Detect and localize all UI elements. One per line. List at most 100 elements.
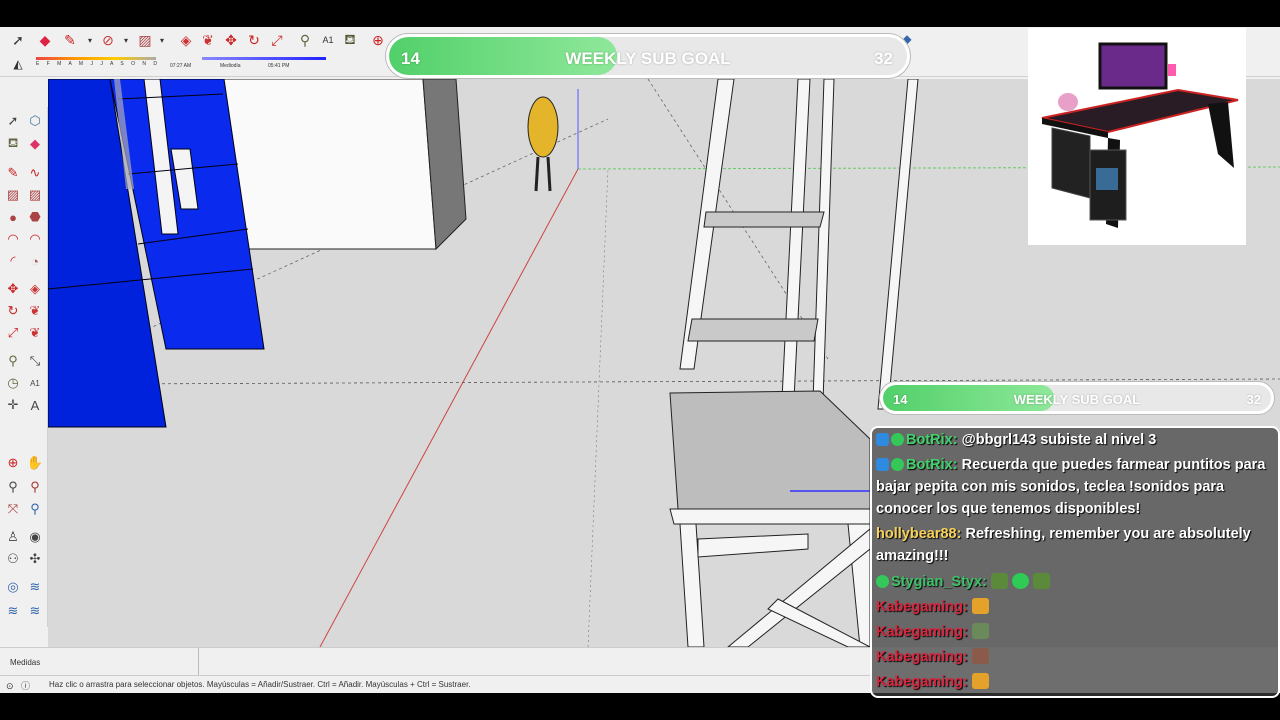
chat-message: Kabegaming: xyxy=(876,646,1272,668)
chat-username: Kabegaming xyxy=(876,599,964,615)
follow-me-icon[interactable]: ❦ xyxy=(25,301,45,321)
dimension-icon[interactable]: ⤡ xyxy=(25,351,45,371)
walk-icon[interactable]: ⚇ xyxy=(3,549,23,569)
3d-text-icon[interactable]: A xyxy=(25,395,45,415)
component-icon[interactable]: ⬡ xyxy=(25,111,45,131)
push-pull-icon[interactable]: ◈ xyxy=(25,279,45,299)
line-icon[interactable]: ✎ xyxy=(3,163,23,183)
push-pull-icon[interactable]: ◈ xyxy=(176,30,196,50)
select-arrow-icon[interactable]: ➚ xyxy=(8,30,28,50)
arc-icon[interactable]: ◠ xyxy=(3,229,23,249)
measurements-label: Medidas xyxy=(10,658,41,667)
chat-username: Kabegaming xyxy=(876,674,964,690)
chat-message: Kabegaming: xyxy=(876,596,1272,618)
eraser-icon[interactable]: ◆ xyxy=(25,134,45,154)
chevron-down-icon[interactable]: ▾ xyxy=(152,30,172,50)
gift-emote-icon xyxy=(971,673,989,689)
sub-goal-title: WEEKLY SUB GOAL xyxy=(565,49,731,68)
sandbox-contours-icon[interactable]: ◎ xyxy=(3,577,23,597)
month-slider[interactable] xyxy=(36,57,156,60)
move-icon[interactable]: ✥ xyxy=(3,279,23,299)
desk-shelf xyxy=(1051,127,1091,199)
sandbox-stamp-icon[interactable]: ≋ xyxy=(25,601,45,621)
paint-icon[interactable]: ⛾ xyxy=(3,134,23,154)
frame-shelf xyxy=(703,211,825,228)
chat-username: Stygian_Styx xyxy=(891,574,983,590)
info-icon[interactable]: ⊙ ⓘ xyxy=(6,679,30,692)
arc-2pt-icon[interactable]: ◠ xyxy=(25,229,45,249)
look-around-icon[interactable]: ◉ xyxy=(25,527,45,547)
sandbox-smoove-icon[interactable]: ≋ xyxy=(3,601,23,621)
orbit-icon[interactable]: ⊕ xyxy=(3,453,23,473)
chevron-down-icon[interactable]: ▾ xyxy=(116,30,136,50)
gaming-desk-product-image xyxy=(1028,28,1246,245)
sunset-time: 05:41 PM xyxy=(268,63,290,69)
emote-icon xyxy=(971,623,989,639)
sub-goal-target: 32 xyxy=(874,49,893,68)
chat-message: Stygian_Styx: xyxy=(876,571,1272,593)
circle-icon[interactable]: ● xyxy=(3,207,23,227)
zoom-extents-icon[interactable]: ⤧ xyxy=(3,499,23,519)
text-tool-icon[interactable]: A1 xyxy=(318,30,338,50)
zoom-window-icon[interactable]: ⚲ xyxy=(25,477,45,497)
tape-measure-icon[interactable]: ⚲ xyxy=(295,30,315,50)
emote-icon xyxy=(1032,573,1050,589)
sub-goal-target: 32 xyxy=(1246,392,1261,407)
sub-goal-bar-chat: 14 WEEKLY SUB GOAL 32 xyxy=(880,382,1274,414)
speaker xyxy=(1058,93,1078,111)
arc-3pt-icon[interactable]: ◜ xyxy=(3,251,23,271)
scale-icon[interactable]: ⤢ xyxy=(267,30,287,50)
freehand-icon[interactable]: ∿ xyxy=(25,163,45,183)
chevron-down-icon[interactable]: ▾ xyxy=(80,30,100,50)
follow-me-icon[interactable]: ❦ xyxy=(198,30,218,50)
sandbox-scratch-icon[interactable]: ≋ xyxy=(25,577,45,597)
chat-separator: : xyxy=(963,649,968,665)
time-slider[interactable] xyxy=(202,57,326,60)
pc-fan xyxy=(1096,168,1118,190)
desk-illustration xyxy=(1041,42,1239,228)
sub-goal-title: WEEKLY SUB GOAL xyxy=(1013,392,1141,407)
status-bar: ⊙ ⓘ Haz clic o arrastra para seleccionar… xyxy=(0,675,870,693)
pan-icon[interactable]: ✋ xyxy=(25,453,45,473)
shadow-settings-bar[interactable]: E F M A M J J A S O N D 07:27 AM Mediodí… xyxy=(32,55,326,73)
rotated-rectangle-icon[interactable]: ▨ xyxy=(25,185,45,205)
paint-bucket-icon[interactable]: ⛾ xyxy=(340,30,360,50)
scale-icon[interactable]: ⤢ xyxy=(3,323,23,343)
rotate-icon[interactable]: ↻ xyxy=(244,30,264,50)
orbit-icon[interactable]: ⊕ xyxy=(368,30,388,50)
emote-icon xyxy=(990,573,1008,589)
zoom-icon[interactable]: ⚲ xyxy=(3,477,23,497)
chat-username: Kabegaming xyxy=(876,624,964,640)
text-icon[interactable]: A1 xyxy=(25,373,45,393)
eraser-icon[interactable]: ◆ xyxy=(35,30,55,50)
chat-message: Kabegaming: xyxy=(876,671,1272,693)
table-edge xyxy=(669,508,871,525)
arc-icon[interactable]: ⊘ xyxy=(98,30,118,50)
tape-measure-icon[interactable]: ⚲ xyxy=(3,351,23,371)
measurements-bar: Medidas xyxy=(0,647,870,676)
rectangle-icon[interactable]: ▨ xyxy=(3,185,23,205)
chat-separator: : xyxy=(982,574,987,590)
select-icon[interactable]: ➚ xyxy=(3,111,23,131)
guide-line xyxy=(587,168,609,647)
face-emote-icon xyxy=(971,648,989,664)
screen: ➚ ◆ ✎ ▾ ⊘ ▾ ▨ ▾ ◈ ❦ ✥ ↻ ⤢ ⚲ A1 ⛾ ⊕ ⌂ ⌂ ⌂… xyxy=(0,0,1280,720)
previous-view-icon[interactable]: ⚲ xyxy=(25,499,45,519)
section-plane-icon[interactable]: ✣ xyxy=(25,549,45,569)
polygon-icon[interactable]: ⬣ xyxy=(25,207,45,227)
pencil-icon[interactable]: ✎ xyxy=(60,30,80,50)
offset-icon[interactable]: ❦ xyxy=(25,323,45,343)
chat-separator: : xyxy=(963,599,968,615)
shadows-toggle-icon[interactable]: ◭ xyxy=(8,54,28,74)
position-camera-icon[interactable]: ♙ xyxy=(3,527,23,547)
axes-icon[interactable]: ✛ xyxy=(3,395,23,415)
chat-text: @bbgrl143 subiste al nivel 3 xyxy=(957,432,1157,448)
monitor xyxy=(1098,42,1168,90)
move-icon[interactable]: ✥ xyxy=(221,30,241,50)
pie-icon[interactable]: ◔ xyxy=(25,251,45,271)
verified-badge-icon xyxy=(876,575,889,588)
protractor-icon[interactable]: ◷ xyxy=(3,373,23,393)
rotate-icon[interactable]: ↻ xyxy=(3,301,23,321)
table-rail xyxy=(697,533,809,558)
chat-message: BotRix: @bbgrl143 subiste al nivel 3 xyxy=(876,429,1272,451)
